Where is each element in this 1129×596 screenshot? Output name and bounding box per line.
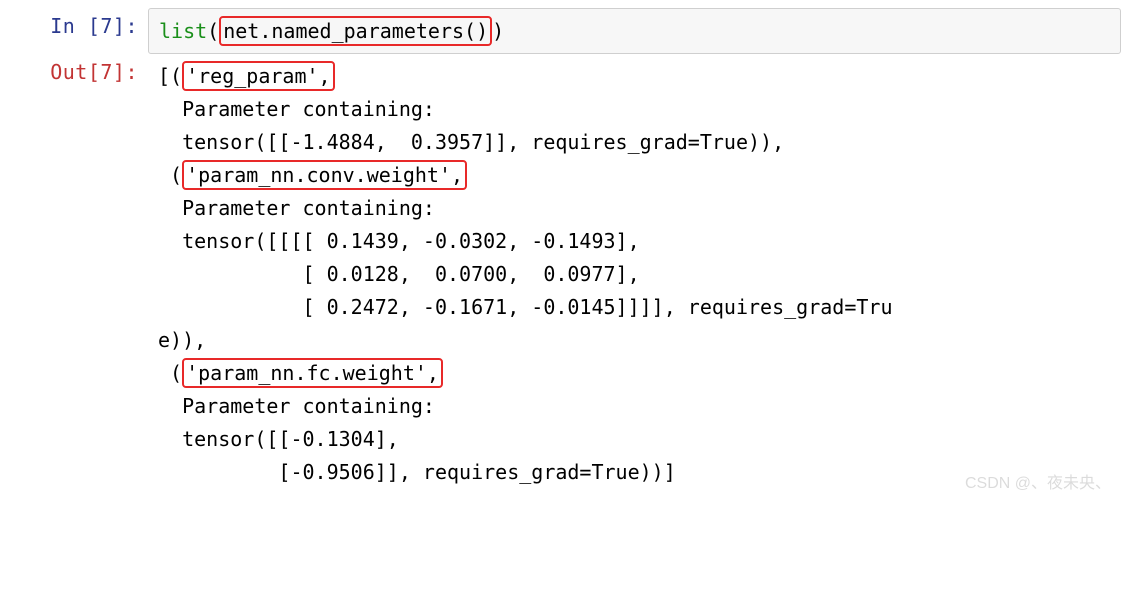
out-line-8: [ 0.2472, -0.1671, -0.0145]]]], requires… (158, 291, 1111, 324)
out-line-5: Parameter containing: (158, 192, 1111, 225)
in-prompt: In [7]: (0, 8, 148, 54)
output-area: [('reg_param', Parameter containing: ten… (148, 54, 1121, 495)
input-cell: In [7]: list(net.named_parameters()) (0, 8, 1129, 54)
out-line-4-pre: ( (158, 163, 182, 187)
code-lparen: ( (207, 19, 219, 43)
highlight-named-parameters: net.named_parameters() (219, 16, 492, 46)
out-line-10-pre: ( (158, 361, 182, 385)
output-cell: Out[7]: [('reg_param', Parameter contain… (0, 54, 1129, 495)
code-input-area[interactable]: list(net.named_parameters()) (148, 8, 1121, 54)
out-line-9: e)), (158, 324, 1111, 357)
out-line-3: tensor([[-1.4884, 0.3957]], requires_gra… (158, 126, 1111, 159)
highlight-fc-weight: 'param_nn.fc.weight', (182, 358, 443, 388)
out-line-2: Parameter containing: (158, 93, 1111, 126)
out-line-12: tensor([[-0.1304], (158, 423, 1111, 456)
code-rparen: ) (492, 19, 504, 43)
highlight-reg-param: 'reg_param', (182, 61, 335, 91)
out-line-13: [-0.9506]], requires_grad=True))] (158, 456, 1111, 489)
highlight-conv-weight: 'param_nn.conv.weight', (182, 160, 467, 190)
out-line-11: Parameter containing: (158, 390, 1111, 423)
out-prompt: Out[7]: (0, 54, 148, 495)
code-func-list: list (159, 19, 207, 43)
out-line-7: [ 0.0128, 0.0700, 0.0977], (158, 258, 1111, 291)
out-line-6: tensor([[[[ 0.1439, -0.0302, -0.1493], (158, 225, 1111, 258)
out-line-1-pre: [( (158, 64, 182, 88)
